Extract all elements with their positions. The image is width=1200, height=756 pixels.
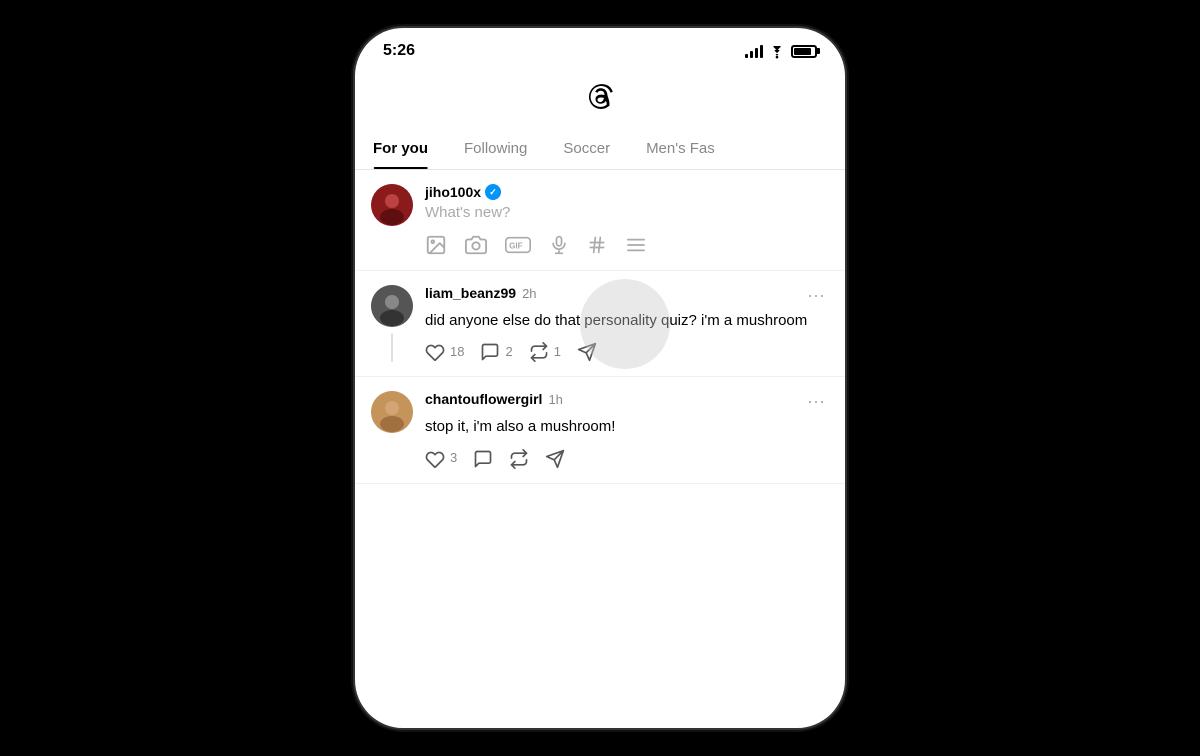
menu-tool-icon[interactable] [625,233,647,256]
repost-button[interactable] [509,447,529,468]
verified-badge: ✓ [485,184,501,200]
post-body: did anyone else do that personality quiz… [425,310,829,331]
app-header [355,68,845,130]
threads-logo [579,76,621,118]
thread-line [391,333,393,362]
signal-icon [745,44,763,58]
repost-icon [509,447,529,468]
post-left-col [371,285,413,362]
camera-tool-icon[interactable] [465,233,487,256]
heart-icon [425,341,445,362]
repost-icon [529,341,549,362]
post-more-button[interactable]: ··· [803,285,829,306]
status-bar: 5:26 [355,28,845,68]
comment-icon [480,341,500,362]
comment-icon [473,447,493,468]
comment-count: 2 [505,344,512,359]
share-icon [577,341,597,362]
like-button[interactable]: 3 [425,447,457,468]
tab-soccer[interactable]: Soccer [545,130,628,169]
mic-tool-icon[interactable] [549,233,569,256]
post-left-col [371,391,413,468]
wifi-icon [769,43,785,59]
post-actions: 18 2 [425,341,829,362]
phone-wrapper: 5:26 [355,0,845,756]
post-composer: jiho100x ✓ What's new? [355,170,845,271]
post-item: liam_beanz99 2h ··· did anyone else do t… [355,271,845,377]
hashtag-tool-icon[interactable] [587,233,607,256]
heart-icon [425,447,445,468]
post-time: 2h [522,286,536,301]
svg-text:GIF: GIF [509,241,523,250]
repost-button[interactable]: 1 [529,341,561,362]
like-button[interactable]: 18 [425,341,464,362]
composer-placeholder[interactable]: What's new? [425,204,829,221]
post-user-info: liam_beanz99 2h [425,285,537,301]
post-username[interactable]: chantouflowergirl [425,391,542,407]
post-avatar[interactable] [371,285,413,327]
share-button[interactable] [577,341,597,362]
share-icon [545,447,565,468]
post-more-button[interactable]: ··· [803,391,829,412]
post-actions: 3 [425,447,829,468]
gif-tool-icon[interactable]: GIF [505,233,531,256]
post-avatar[interactable] [371,391,413,433]
composer-tools: GIF [425,233,829,256]
post-content-col: liam_beanz99 2h ··· did anyone else do t… [425,285,829,362]
status-icons [745,43,817,59]
composer-avatar[interactable] [371,184,413,226]
like-count: 3 [450,450,457,465]
tab-following[interactable]: Following [446,130,545,169]
tab-mens-fashion[interactable]: Men's Fas [628,130,733,169]
feed: jiho100x ✓ What's new? [355,170,845,484]
like-count: 18 [450,344,464,359]
repost-count: 1 [554,344,561,359]
post-header: liam_beanz99 2h ··· [425,285,829,306]
post-header: chantouflowergirl 1h ··· [425,391,829,412]
status-time: 5:26 [383,42,415,60]
comment-button[interactable] [473,447,493,468]
post-content-col: chantouflowergirl 1h ··· stop it, i'm al… [425,391,829,468]
post-body: stop it, i'm also a mushroom! [425,416,829,437]
comment-button[interactable]: 2 [480,341,512,362]
post-item: chantouflowergirl 1h ··· stop it, i'm al… [355,377,845,483]
tab-bar: For you Following Soccer Men's Fas [355,130,845,170]
post-user-info: chantouflowergirl 1h [425,391,563,407]
share-button[interactable] [545,447,565,468]
battery-icon [791,45,817,58]
tab-for-you[interactable]: For you [355,130,446,169]
composer-content: jiho100x ✓ What's new? [425,184,829,256]
image-tool-icon[interactable] [425,233,447,256]
phone-frame: 5:26 [355,28,845,728]
post-username[interactable]: liam_beanz99 [425,285,516,301]
composer-username-text: jiho100x [425,184,481,200]
post-time: 1h [548,392,562,407]
composer-username-row: jiho100x ✓ [425,184,829,200]
